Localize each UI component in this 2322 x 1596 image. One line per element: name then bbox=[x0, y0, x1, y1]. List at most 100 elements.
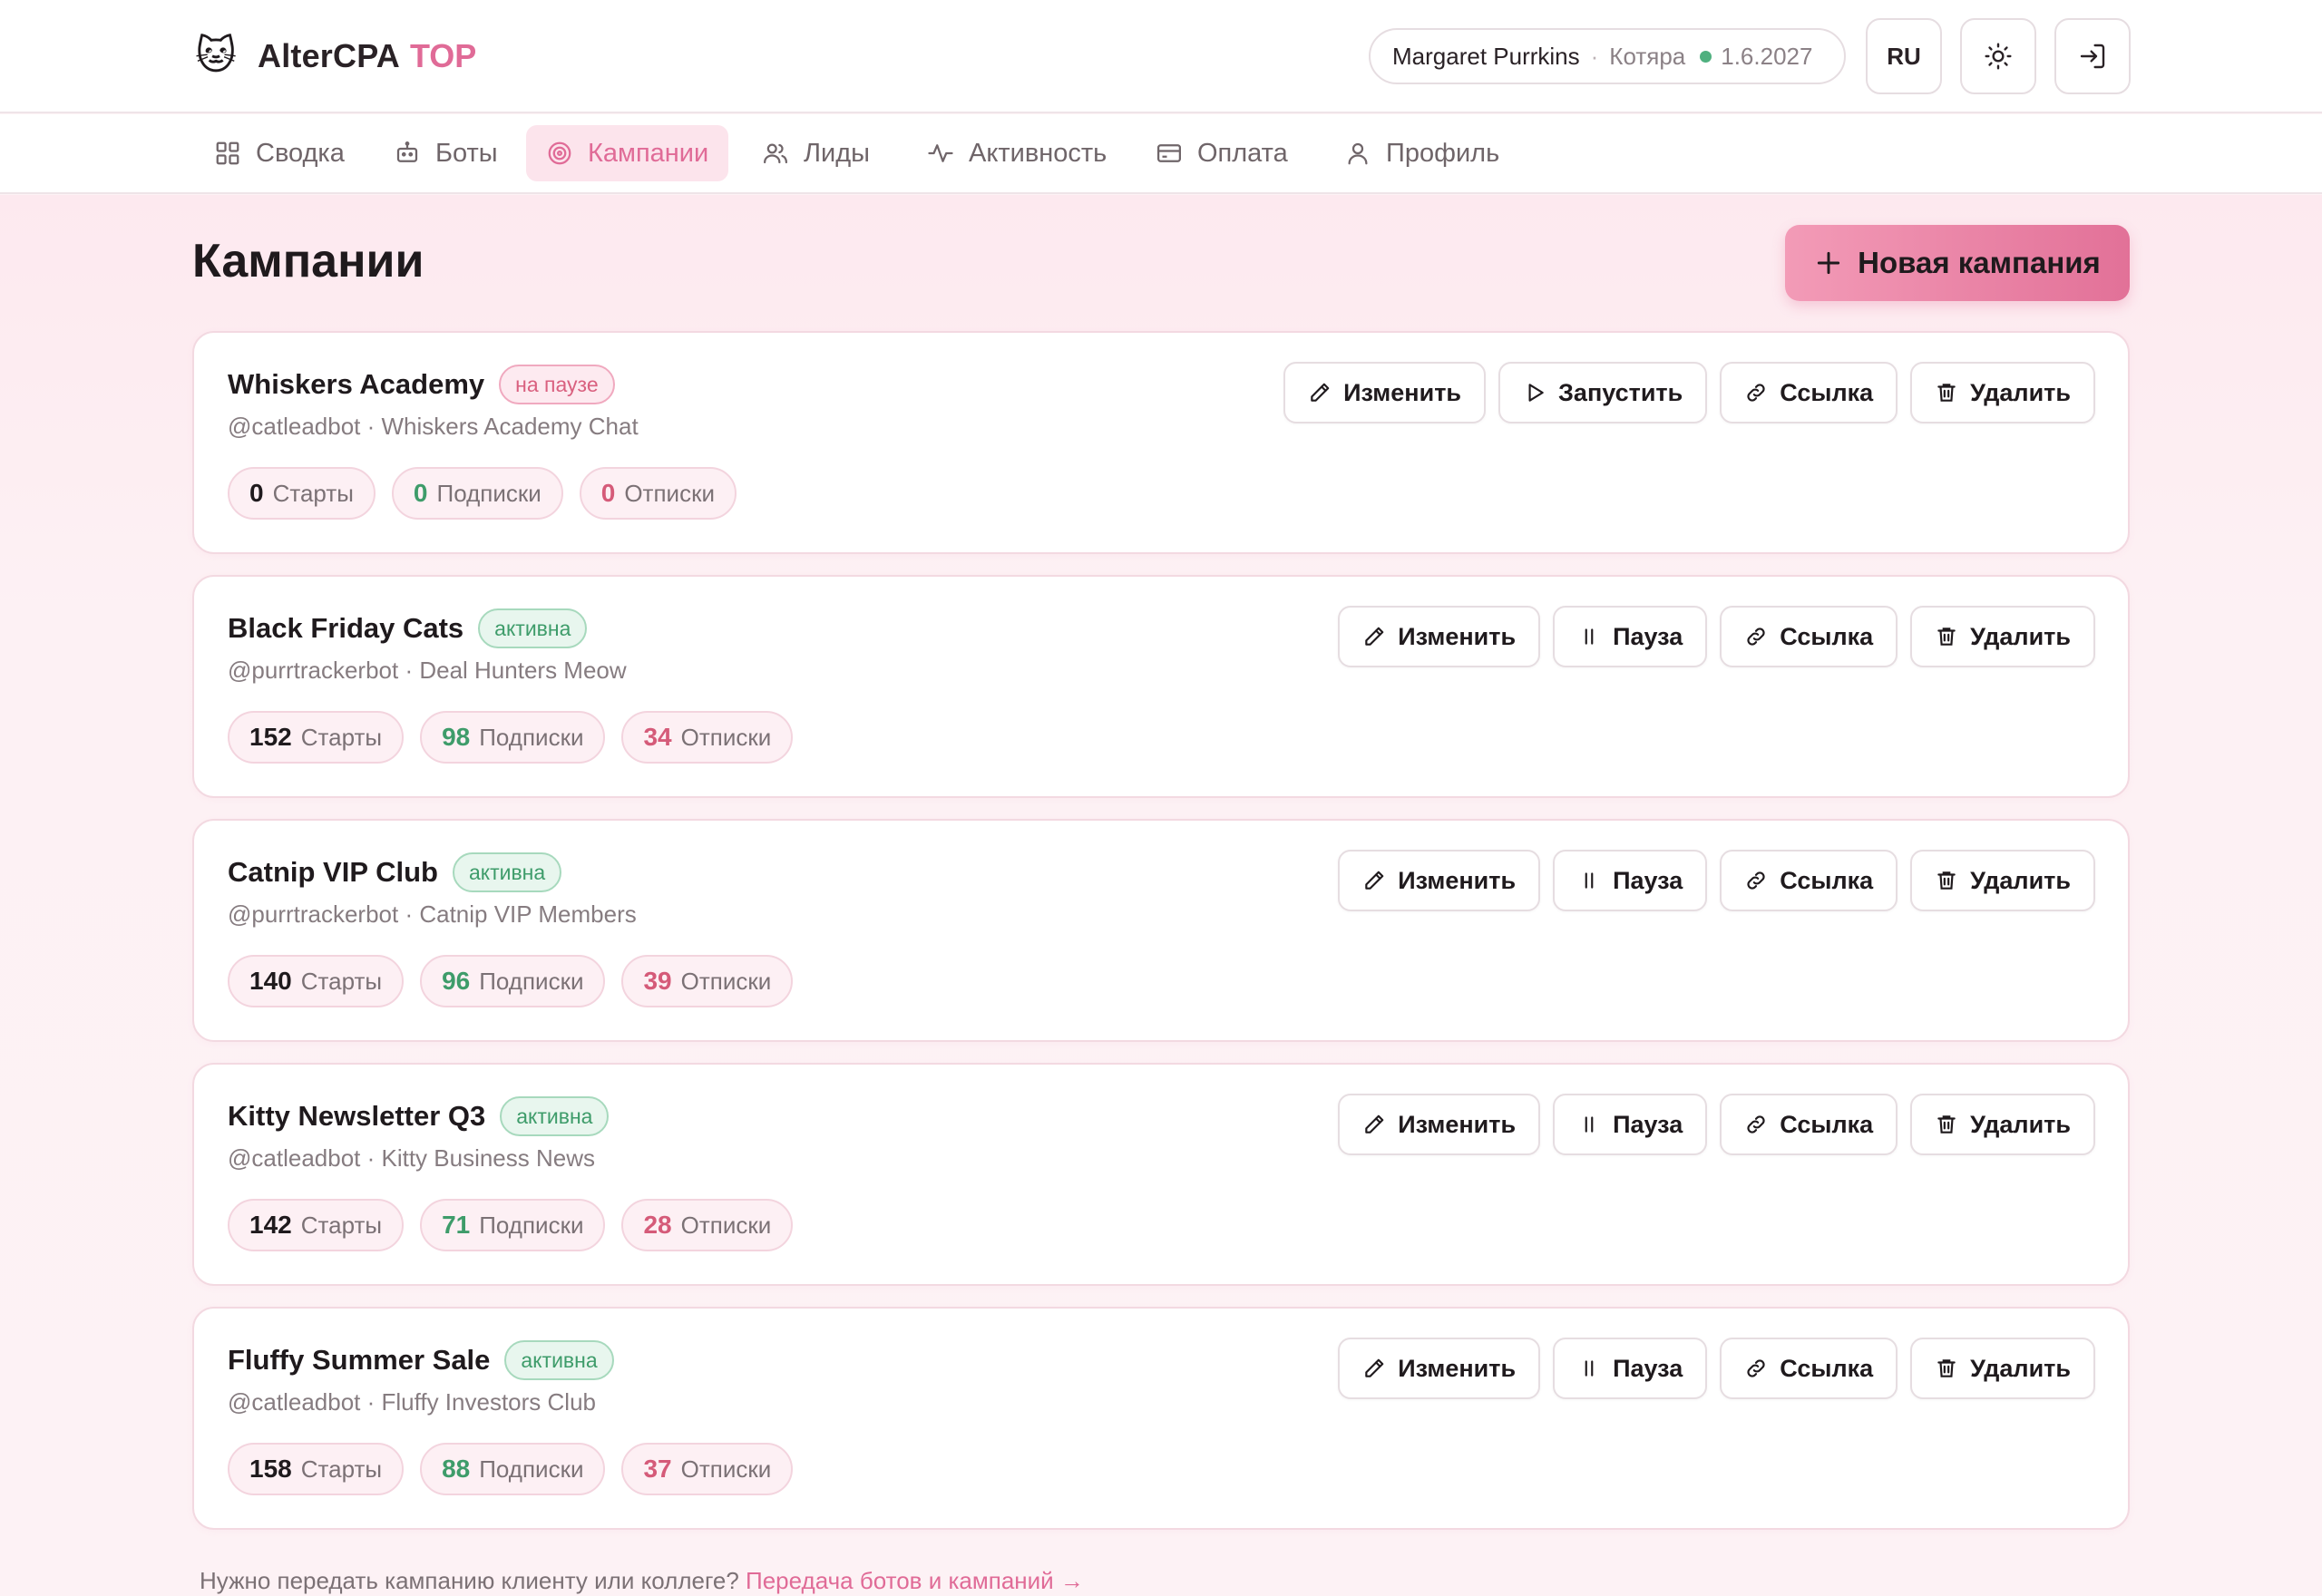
campaign-name: Fluffy Summer Sale bbox=[228, 1344, 491, 1376]
user-info-pill[interactable]: Margaret Purrkins · Котяра 1.6.2027 bbox=[1369, 28, 1846, 84]
trash-icon bbox=[1937, 628, 1956, 646]
pencil-icon bbox=[1365, 1358, 1384, 1377]
campaign-subtitle: @catleadbot · Kitty Business News bbox=[228, 1144, 596, 1172]
stat-subs: 71 Подписки bbox=[420, 1199, 606, 1251]
language-button[interactable]: RU bbox=[1866, 18, 1942, 94]
link-button[interactable]: Ссылка bbox=[1720, 606, 1898, 667]
logout-button[interactable] bbox=[2054, 18, 2131, 94]
stat-value: 158 bbox=[249, 1455, 292, 1483]
delete-button[interactable]: Удалить bbox=[1910, 1094, 2095, 1155]
campaign-name: Black Friday Cats bbox=[228, 612, 464, 644]
stat-value: 71 bbox=[442, 1211, 471, 1239]
stat-label: Отписки bbox=[680, 723, 772, 751]
nav-item-campaigns[interactable]: Кампании bbox=[526, 125, 729, 181]
new-campaign-button[interactable]: Новая кампания bbox=[1785, 225, 2130, 301]
trash-icon bbox=[1937, 384, 1956, 402]
stat-starts: 158 Старты bbox=[228, 1443, 405, 1495]
stat-value: 0 bbox=[249, 479, 264, 507]
stat-subs: 88 Подписки bbox=[420, 1443, 606, 1495]
nav-item-profile[interactable]: Профиль bbox=[1324, 125, 1519, 181]
brand[interactable]: 🐱 AlterCPA TOP bbox=[192, 33, 476, 80]
link-icon bbox=[1747, 871, 1765, 890]
link-button[interactable]: Ссылка bbox=[1720, 362, 1898, 423]
edit-button[interactable]: Изменить bbox=[1338, 606, 1541, 667]
delete-label: Удалить bbox=[1970, 1354, 2071, 1382]
pause-icon bbox=[1585, 628, 1594, 645]
start-button[interactable]: Запустить bbox=[1498, 362, 1708, 423]
trash-icon bbox=[1937, 871, 1956, 890]
campaign-card: Kitty Newsletter Q3 активна @catleadbot … bbox=[192, 1063, 2130, 1286]
stat-label: Подписки bbox=[479, 1455, 584, 1483]
delete-label: Удалить bbox=[1970, 1110, 2071, 1138]
stat-unsubs: 34 Отписки bbox=[621, 711, 794, 764]
theme-toggle-button[interactable] bbox=[1960, 18, 2036, 94]
edit-button[interactable]: Изменить bbox=[1338, 1094, 1541, 1155]
transfer-note-text: Нужно передать кампанию клиенту или колл… bbox=[200, 1567, 739, 1594]
pause-button[interactable]: Пауза bbox=[1553, 850, 1708, 911]
bot-icon bbox=[396, 141, 418, 162]
link-button[interactable]: Ссылка bbox=[1720, 850, 1898, 911]
start-label: Запустить bbox=[1558, 378, 1683, 406]
stat-value: 0 bbox=[600, 479, 616, 507]
pause-label: Пауза bbox=[1613, 1354, 1683, 1382]
transfer-note: Нужно передать кампанию клиенту или колл… bbox=[200, 1567, 1084, 1595]
edit-button[interactable]: Изменить bbox=[1338, 1338, 1541, 1399]
top-bar: 🐱 AlterCPA TOP Margaret Purrkins · Котяр… bbox=[0, 0, 2322, 113]
user-icon bbox=[1348, 142, 1368, 165]
delete-label: Удалить bbox=[1970, 866, 2071, 894]
delete-button[interactable]: Удалить bbox=[1910, 362, 2095, 423]
pencil-icon bbox=[1365, 627, 1384, 646]
card-icon bbox=[1157, 144, 1181, 162]
delete-button[interactable]: Удалить bbox=[1910, 606, 2095, 667]
edit-button[interactable]: Изменить bbox=[1283, 362, 1487, 423]
pencil-icon bbox=[1365, 871, 1384, 890]
delete-button[interactable]: Удалить bbox=[1910, 850, 2095, 911]
transfer-link[interactable]: Передача ботов и кампаний → bbox=[746, 1567, 1084, 1594]
stat-label: Отписки bbox=[624, 479, 715, 507]
status-badge: активна bbox=[500, 1096, 610, 1136]
pencil-icon bbox=[1365, 1114, 1384, 1134]
edit-button[interactable]: Изменить bbox=[1338, 850, 1541, 911]
subscription-expiry: 1.6.2027 bbox=[1721, 42, 1813, 70]
status-badge: активна bbox=[478, 608, 588, 648]
nav-item-activity[interactable]: Активность bbox=[907, 125, 1127, 181]
stat-label: Старты bbox=[272, 479, 354, 507]
edit-label: Изменить bbox=[1398, 866, 1517, 894]
stat-value: 37 bbox=[643, 1455, 672, 1483]
nav-label: Лиды bbox=[804, 138, 870, 168]
campaign-card: Black Friday Cats активна @purrtrackerbo… bbox=[192, 575, 2130, 798]
new-campaign-label: Новая кампания bbox=[1858, 246, 2101, 279]
campaign-subtitle: @purrtrackerbot · Catnip VIP Members bbox=[228, 900, 637, 928]
plus-icon bbox=[1818, 251, 1840, 275]
link-button[interactable]: Ссылка bbox=[1720, 1094, 1898, 1155]
stat-unsubs: 39 Отписки bbox=[621, 955, 794, 1007]
pause-button[interactable]: Пауза bbox=[1553, 606, 1708, 667]
nav-item-payment[interactable]: Оплата bbox=[1136, 125, 1308, 181]
page-title: Кампании bbox=[192, 235, 424, 287]
campaign-card: Catnip VIP Club активна @purrtrackerbot … bbox=[192, 819, 2130, 1042]
campaign-subtitle: @purrtrackerbot · Deal Hunters Meow bbox=[228, 657, 627, 684]
nav-label: Кампании bbox=[588, 138, 709, 168]
nav-item-summary[interactable]: Сводка bbox=[194, 125, 365, 181]
nav-label: Активность bbox=[969, 138, 1107, 168]
link-label: Ссылка bbox=[1780, 622, 1874, 650]
stat-label: Старты bbox=[300, 967, 383, 995]
delete-button[interactable]: Удалить bbox=[1910, 1338, 2095, 1399]
link-label: Ссылка bbox=[1780, 1110, 1874, 1138]
nav-item-bots[interactable]: Боты bbox=[374, 125, 518, 181]
edit-label: Изменить bbox=[1343, 378, 1462, 406]
activity-icon bbox=[928, 144, 953, 162]
nav-label: Боты bbox=[435, 138, 498, 168]
pause-button[interactable]: Пауза bbox=[1553, 1338, 1708, 1399]
brand-name: AlterCPA bbox=[258, 37, 400, 74]
pause-button[interactable]: Пауза bbox=[1553, 1094, 1708, 1155]
link-button[interactable]: Ссылка bbox=[1720, 1338, 1898, 1399]
stat-label: Подписки bbox=[479, 723, 584, 751]
campaign-card: Whiskers Academy на паузе @catleadbot · … bbox=[192, 331, 2130, 554]
link-icon bbox=[1747, 1359, 1765, 1377]
stat-label: Подписки bbox=[436, 479, 541, 507]
stat-label: Подписки bbox=[479, 1211, 584, 1239]
link-label: Ссылка bbox=[1780, 378, 1874, 406]
nav-item-leads[interactable]: Лиды bbox=[742, 125, 890, 181]
nav-label: Оплата bbox=[1197, 138, 1288, 168]
